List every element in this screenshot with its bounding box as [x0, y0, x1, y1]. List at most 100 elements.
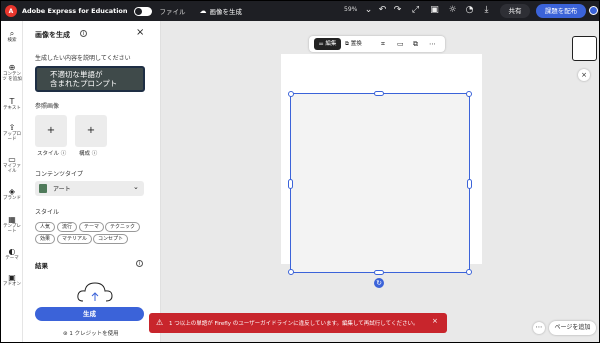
- style-reference-caption: スタイル ⓘ: [37, 151, 67, 157]
- search-icon: ⌕: [9, 29, 15, 38]
- page-thumbnail[interactable]: [572, 36, 597, 61]
- style-chip[interactable]: 人気: [35, 222, 56, 232]
- replace-button[interactable]: ⧉ 置換: [345, 38, 362, 50]
- addon-icon: ▣: [8, 273, 16, 282]
- rail-item-my-files[interactable]: ▭ マイファイル: [1, 155, 23, 174]
- zoom-level[interactable]: 59%: [344, 6, 357, 13]
- resize-handle[interactable]: [374, 91, 384, 96]
- rail-item-search[interactable]: ⌕ 検索: [1, 29, 23, 43]
- close-icon[interactable]: ×: [136, 27, 144, 38]
- style-chip[interactable]: 効果: [35, 234, 56, 244]
- prompt-text-line: 不適切な単語が: [50, 70, 103, 79]
- style-chip[interactable]: コンセプト: [93, 234, 129, 244]
- resize-handle[interactable]: [288, 91, 294, 97]
- chevron-down-icon[interactable]: ⌄: [363, 5, 374, 16]
- sliders-icon: ⚌: [318, 41, 324, 47]
- content-type-select[interactable]: アート ⌄: [35, 181, 144, 196]
- rail-item-addons[interactable]: ▣ アドオン: [1, 273, 23, 287]
- selected-image-placeholder[interactable]: [288, 91, 472, 275]
- result-label: 結果: [35, 262, 48, 270]
- prompt-text-line: 含まれたプロンプト: [50, 79, 118, 88]
- crop-icon[interactable]: ⌗: [381, 38, 385, 50]
- prompt-label: 生成したい内容を説明してください: [35, 55, 131, 62]
- avatar[interactable]: [589, 6, 598, 15]
- copy-icon[interactable]: ⧉: [413, 38, 418, 50]
- comment-icon[interactable]: ▣: [429, 5, 440, 16]
- plus-icon: +: [46, 125, 56, 136]
- download-icon[interactable]: ⤓: [481, 5, 492, 16]
- info-icon[interactable]: ⓘ: [92, 151, 98, 157]
- style-reference-add-button[interactable]: +: [35, 115, 67, 147]
- generate-image-panel: 画像を生成 i × 生成したい内容を説明してください 不適切な単語が 含まれたプ…: [23, 21, 161, 342]
- rail-item-upload[interactable]: ⇪ アップロード: [1, 123, 23, 142]
- style-chip[interactable]: マテリアル: [57, 234, 92, 244]
- rail-item-label: アップロード: [3, 132, 21, 142]
- resize-handle[interactable]: [466, 269, 472, 275]
- rail-item-text[interactable]: T テキスト: [1, 97, 23, 111]
- error-toast: ⚠ 1 つ以上の単語が Firefly のユーザーガイドラインに違反しています。…: [149, 313, 447, 333]
- add-page-button[interactable]: ページを追加: [549, 321, 596, 335]
- canvas-area[interactable]: ⚌ 編集 ⧉ 置換 ⌗ ▭ ⧉ ⋯ ↻ × ⚠ 1 つ以上の単語が Firefl…: [149, 21, 599, 342]
- document-title[interactable]: 画像を生成: [210, 6, 243, 16]
- style-chip[interactable]: テクニック: [105, 222, 141, 232]
- close-icon[interactable]: ×: [578, 69, 590, 81]
- info-icon[interactable]: i: [136, 260, 143, 267]
- rail-item-label: マイファイル: [3, 164, 21, 174]
- chevron-down-icon: ⌄: [133, 183, 139, 191]
- redo-icon[interactable]: ↷: [392, 5, 403, 16]
- rotate-icon[interactable]: ↻: [374, 278, 384, 288]
- composition-reference-add-button[interactable]: +: [75, 115, 107, 147]
- close-icon[interactable]: ×: [432, 317, 438, 325]
- content-type-value: アート: [53, 186, 71, 193]
- art-thumbnail-icon: [39, 184, 47, 193]
- file-menu[interactable]: ファイル: [160, 6, 186, 16]
- resize-handle[interactable]: [288, 179, 293, 189]
- rail-item-label: 検索: [7, 38, 17, 43]
- plus-icon: +: [86, 125, 96, 136]
- share-button[interactable]: 共有: [500, 4, 530, 18]
- rail-item-label: コンテンツ を追加: [2, 72, 22, 82]
- adobe-logo-icon[interactable]: A: [5, 5, 17, 17]
- style-label: スタイル: [35, 209, 60, 216]
- resize-handle[interactable]: [374, 270, 384, 275]
- credit-icon: ⊛: [63, 331, 68, 337]
- prompt-input[interactable]: 不適切な単語が 含まれたプロンプト: [35, 66, 145, 92]
- style-chip[interactable]: テーマ: [79, 222, 105, 232]
- template-icon: ▦: [8, 215, 16, 224]
- undo-icon[interactable]: ↶: [377, 5, 388, 16]
- reference-image-label: 参照画像: [35, 103, 60, 110]
- theme-toggle[interactable]: [133, 6, 152, 16]
- timer-icon[interactable]: ◔: [464, 5, 475, 16]
- info-icon[interactable]: i: [80, 30, 87, 37]
- rail-item-brand[interactable]: ◈ ブランド: [1, 187, 23, 201]
- rail-item-templates[interactable]: ▦ テンプレート: [1, 215, 23, 234]
- rail-item-add-content[interactable]: ⊕ コンテンツ を追加: [1, 63, 23, 82]
- edit-button[interactable]: ⚌ 編集: [314, 38, 341, 50]
- more-icon[interactable]: ⋯: [429, 38, 436, 50]
- comment-icon[interactable]: ▭: [397, 38, 404, 50]
- warning-icon: ⚠: [156, 318, 164, 327]
- resize-handle[interactable]: [466, 91, 472, 97]
- brand-icon: ◈: [8, 187, 16, 196]
- info-icon[interactable]: ⓘ: [61, 151, 67, 157]
- rail-item-label: テキスト: [3, 106, 21, 111]
- app-title: Adobe Express for Education: [22, 7, 128, 15]
- composition-reference-caption: 構成 ⓘ: [79, 151, 98, 157]
- theme-icon: ◐: [8, 247, 16, 256]
- resize-handle[interactable]: [467, 179, 472, 189]
- publish-assignment-button[interactable]: 課題を配布: [536, 4, 586, 18]
- generate-button[interactable]: 生成: [35, 307, 144, 321]
- rail-item-label: アドオン: [3, 282, 21, 287]
- style-chip[interactable]: 流行: [57, 222, 78, 232]
- left-rail: ⌕ 検索 ⊕ コンテンツ を追加 T テキスト ⇪ アップロード ▭ マイファイ…: [1, 21, 23, 342]
- add-icon: ⊕: [8, 63, 16, 72]
- resize-handle[interactable]: [288, 269, 294, 275]
- rail-item-theme[interactable]: ◐ テーマ: [1, 247, 23, 261]
- more-options-button[interactable]: ⋯: [533, 322, 545, 334]
- cloud-placeholder-icon: [77, 282, 113, 302]
- lightbulb-icon[interactable]: ☼: [447, 5, 458, 16]
- upload-icon: ⇪: [8, 123, 16, 132]
- top-bar: A Adobe Express for Education ファイル ☁ 画像を…: [1, 1, 599, 21]
- text-icon: T: [9, 97, 15, 106]
- resize-icon[interactable]: ⤢: [410, 5, 421, 16]
